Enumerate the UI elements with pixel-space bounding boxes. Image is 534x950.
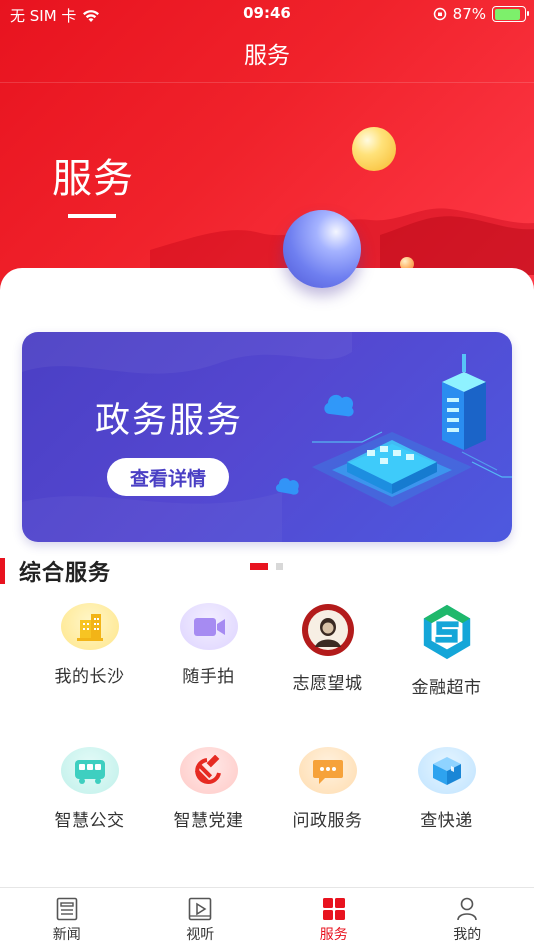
tab-label: 我的 bbox=[453, 927, 482, 943]
banner-title: 政务服务 bbox=[95, 401, 244, 441]
section-accent-bar bbox=[0, 558, 5, 584]
news-icon bbox=[56, 897, 78, 921]
tab-profile[interactable]: 我的 bbox=[401, 888, 534, 950]
service-item-snapshot[interactable]: 随手拍 bbox=[149, 603, 268, 687]
service-label: 我的长沙 bbox=[54, 667, 125, 687]
tab-label: 新闻 bbox=[52, 927, 81, 943]
blue-ball-decoration bbox=[283, 210, 361, 288]
tab-news[interactable]: 新闻 bbox=[0, 888, 134, 950]
service-item-inquiry[interactable]: 问政服务 bbox=[268, 747, 387, 831]
service-item-smart-bus[interactable]: 智慧公交 bbox=[30, 747, 149, 831]
grid-icon bbox=[322, 898, 345, 920]
yellow-ball-decoration bbox=[352, 127, 396, 171]
chat-bubble-icon bbox=[298, 747, 357, 794]
battery-icon bbox=[492, 6, 529, 22]
section-header: 综合服务 bbox=[0, 555, 111, 587]
wifi-icon bbox=[83, 9, 100, 22]
video-camera-icon bbox=[179, 603, 238, 650]
status-bar: 无 SIM 卡 09:46 87% bbox=[0, 0, 534, 28]
carrier-label: 无 SIM 卡 bbox=[10, 7, 77, 25]
page-title: 服务 bbox=[244, 43, 290, 69]
mountain-decoration bbox=[150, 208, 534, 275]
battery-percent: 87% bbox=[452, 5, 486, 23]
view-details-button[interactable]: 查看详情 bbox=[107, 458, 229, 496]
play-icon bbox=[188, 897, 212, 921]
hero-header: 无 SIM 卡 09:46 87% 服务 服务 bbox=[0, 0, 534, 300]
service-item-party-building[interactable]: 智慧党建 bbox=[149, 747, 268, 831]
service-item-finance[interactable]: 金融超市 bbox=[387, 603, 506, 698]
orientation-lock-icon bbox=[433, 7, 446, 21]
hammer-sickle-icon bbox=[179, 747, 238, 794]
service-label: 志愿望城 bbox=[292, 674, 363, 694]
carousel-dot-active bbox=[250, 563, 268, 570]
service-label: 智慧公交 bbox=[54, 811, 125, 831]
tab-media[interactable]: 视听 bbox=[134, 888, 268, 950]
service-label: 智慧党建 bbox=[173, 811, 244, 831]
service-label: 金融超市 bbox=[411, 678, 482, 698]
building-icon bbox=[60, 603, 119, 650]
carousel-dot bbox=[276, 563, 283, 570]
service-item-express[interactable]: 查快递 bbox=[387, 747, 506, 831]
user-icon bbox=[457, 897, 478, 921]
tab-label: 视听 bbox=[186, 927, 215, 943]
service-label: 问政服务 bbox=[292, 811, 363, 831]
service-label: 随手拍 bbox=[182, 667, 235, 687]
tab-services[interactable]: 服务 bbox=[267, 888, 401, 950]
service-grid: 我的长沙 随手拍 志愿望城 金融超市 智慧公交 智慧党建 问政服务 查快递 bbox=[30, 603, 506, 831]
hero-underline bbox=[68, 214, 116, 218]
tab-label: 服务 bbox=[319, 927, 348, 943]
carousel-indicator bbox=[250, 563, 283, 570]
service-label: 查快递 bbox=[420, 811, 473, 831]
hero-title: 服务 bbox=[52, 156, 134, 202]
carousel-banner[interactable]: 政务服务 查看详情 bbox=[22, 332, 512, 542]
bus-icon bbox=[60, 747, 119, 794]
package-box-icon bbox=[417, 747, 476, 794]
service-item-volunteer[interactable]: 志愿望城 bbox=[268, 603, 387, 694]
isometric-servers-illustration bbox=[276, 354, 512, 507]
section-title: 综合服务 bbox=[19, 561, 112, 586]
finance-logo-icon bbox=[418, 603, 476, 661]
nav-divider bbox=[0, 82, 534, 83]
service-item-my-changsha[interactable]: 我的长沙 bbox=[30, 603, 149, 687]
volunteer-logo-icon bbox=[298, 603, 357, 657]
bottom-tab-bar: 新闻 视听 服务 我的 bbox=[0, 887, 534, 950]
